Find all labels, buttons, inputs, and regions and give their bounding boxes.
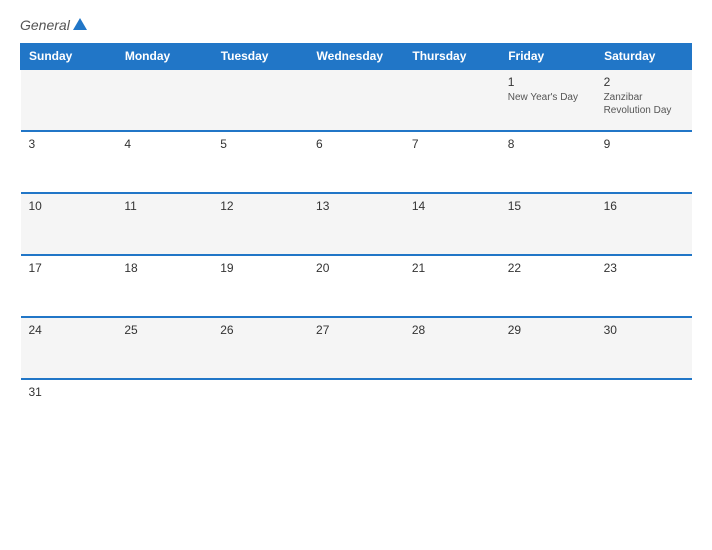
calendar-cell: 14 xyxy=(404,193,500,255)
day-number: 3 xyxy=(29,137,109,151)
calendar-cell: 17 xyxy=(21,255,117,317)
calendar-cell xyxy=(116,379,212,441)
header: General xyxy=(20,18,692,33)
calendar-cell: 9 xyxy=(596,131,692,193)
calendar-cell: 20 xyxy=(308,255,404,317)
day-number: 26 xyxy=(220,323,300,337)
calendar-cell: 7 xyxy=(404,131,500,193)
calendar-cell: 30 xyxy=(596,317,692,379)
calendar-cell xyxy=(500,379,596,441)
calendar-cell xyxy=(596,379,692,441)
calendar-cell xyxy=(212,379,308,441)
calendar-cell: 28 xyxy=(404,317,500,379)
calendar-table: SundayMondayTuesdayWednesdayThursdayFrid… xyxy=(20,43,692,441)
day-number: 2 xyxy=(604,75,684,89)
day-number: 16 xyxy=(604,199,684,213)
holiday-label: Zanzibar Revolution Day xyxy=(604,91,684,117)
day-number: 24 xyxy=(29,323,109,337)
calendar-cell xyxy=(404,379,500,441)
calendar-cell: 23 xyxy=(596,255,692,317)
calendar-cell xyxy=(212,69,308,131)
calendar-cell: 15 xyxy=(500,193,596,255)
logo: General xyxy=(20,18,87,33)
calendar-week-row: 3 4 5 6 7 8 9 xyxy=(21,131,692,193)
calendar-header: SundayMondayTuesdayWednesdayThursdayFrid… xyxy=(21,44,692,70)
calendar-cell: 21 xyxy=(404,255,500,317)
calendar-cell: 2 Zanzibar Revolution Day xyxy=(596,69,692,131)
calendar-cell: 8 xyxy=(500,131,596,193)
calendar-cell: 11 xyxy=(116,193,212,255)
calendar-cell xyxy=(308,69,404,131)
day-number: 23 xyxy=(604,261,684,275)
day-number: 22 xyxy=(508,261,588,275)
calendar-cell: 13 xyxy=(308,193,404,255)
day-number: 31 xyxy=(29,385,109,399)
calendar-cell: 24 xyxy=(21,317,117,379)
holiday-label: New Year's Day xyxy=(508,91,588,104)
day-of-week-header: Thursday xyxy=(404,44,500,70)
day-of-week-header: Sunday xyxy=(21,44,117,70)
calendar-cell: 12 xyxy=(212,193,308,255)
logo-general-text: General xyxy=(20,18,87,33)
day-number: 1 xyxy=(508,75,588,89)
day-number: 17 xyxy=(29,261,109,275)
calendar-body: 1 New Year's Day 2 Zanzibar Revolution Day 3… xyxy=(21,69,692,441)
day-number: 13 xyxy=(316,199,396,213)
calendar-cell: 26 xyxy=(212,317,308,379)
day-number: 18 xyxy=(124,261,204,275)
day-number: 21 xyxy=(412,261,492,275)
calendar-cell xyxy=(308,379,404,441)
day-number: 20 xyxy=(316,261,396,275)
day-of-week-header: Wednesday xyxy=(308,44,404,70)
day-number: 19 xyxy=(220,261,300,275)
calendar-cell: 22 xyxy=(500,255,596,317)
calendar-week-row: 10 11 12 13 14 15 16 xyxy=(21,193,692,255)
logo-triangle-icon xyxy=(73,18,87,30)
day-number: 5 xyxy=(220,137,300,151)
calendar-cell: 29 xyxy=(500,317,596,379)
day-number: 9 xyxy=(604,137,684,151)
calendar-cell: 4 xyxy=(116,131,212,193)
calendar-week-row: 1 New Year's Day 2 Zanzibar Revolution Day xyxy=(21,69,692,131)
calendar-cell xyxy=(21,69,117,131)
calendar-week-row: 24 25 26 27 28 29 30 xyxy=(21,317,692,379)
day-number: 25 xyxy=(124,323,204,337)
day-number: 27 xyxy=(316,323,396,337)
day-number: 7 xyxy=(412,137,492,151)
calendar-cell xyxy=(404,69,500,131)
day-number: 4 xyxy=(124,137,204,151)
day-of-week-header: Friday xyxy=(500,44,596,70)
days-of-week-row: SundayMondayTuesdayWednesdayThursdayFrid… xyxy=(21,44,692,70)
day-number: 28 xyxy=(412,323,492,337)
calendar-cell: 1 New Year's Day xyxy=(500,69,596,131)
calendar-week-row: 31 xyxy=(21,379,692,441)
calendar-cell xyxy=(116,69,212,131)
day-number: 10 xyxy=(29,199,109,213)
calendar-cell: 31 xyxy=(21,379,117,441)
calendar-cell: 16 xyxy=(596,193,692,255)
calendar-cell: 5 xyxy=(212,131,308,193)
day-of-week-header: Saturday xyxy=(596,44,692,70)
calendar-week-row: 17 18 19 20 21 22 23 xyxy=(21,255,692,317)
calendar-cell: 18 xyxy=(116,255,212,317)
calendar-cell: 10 xyxy=(21,193,117,255)
day-number: 29 xyxy=(508,323,588,337)
calendar-cell: 25 xyxy=(116,317,212,379)
day-number: 11 xyxy=(124,199,204,213)
day-number: 6 xyxy=(316,137,396,151)
day-number: 15 xyxy=(508,199,588,213)
day-number: 30 xyxy=(604,323,684,337)
day-number: 8 xyxy=(508,137,588,151)
calendar-cell: 19 xyxy=(212,255,308,317)
day-number: 12 xyxy=(220,199,300,213)
page: General SundayMondayTuesdayWednesdayThur… xyxy=(0,0,712,550)
day-of-week-header: Monday xyxy=(116,44,212,70)
calendar-cell: 27 xyxy=(308,317,404,379)
calendar-cell: 6 xyxy=(308,131,404,193)
calendar-cell: 3 xyxy=(21,131,117,193)
day-number: 14 xyxy=(412,199,492,213)
day-of-week-header: Tuesday xyxy=(212,44,308,70)
